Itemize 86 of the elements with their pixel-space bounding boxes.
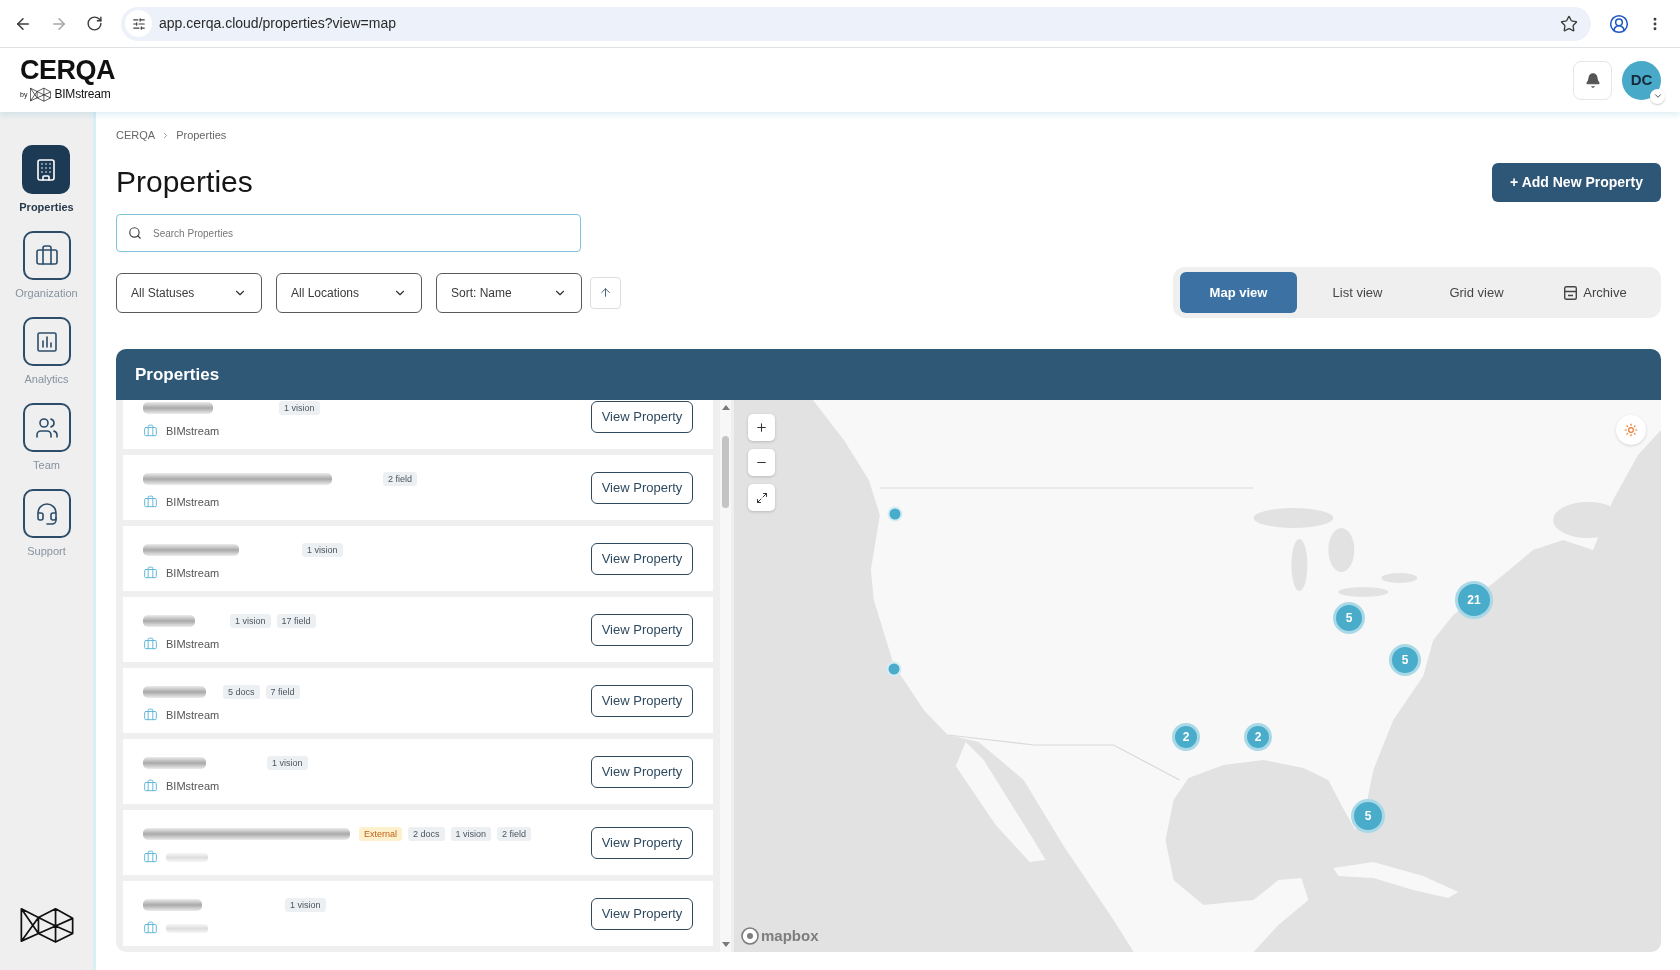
- breadcrumb-link[interactable]: CERQA: [116, 126, 156, 144]
- tag: 2 docs: [408, 827, 445, 841]
- briefcase-icon: [143, 566, 158, 580]
- view-property-button[interactable]: View Property: [591, 400, 693, 433]
- scrollbar-thumb[interactable]: [722, 436, 729, 508]
- notification-button[interactable]: [1573, 60, 1612, 100]
- caret-down-icon[interactable]: [721, 942, 730, 947]
- logo-wordmark: CERQA: [20, 57, 115, 83]
- organization-name: BIMstream: [166, 565, 220, 581]
- briefcase-icon: [22, 231, 71, 280]
- briefcase-icon: [143, 921, 158, 935]
- zoom-in-button[interactable]: [748, 414, 775, 441]
- mesh-logo-icon: [19, 906, 74, 944]
- tag: 5 docs: [223, 685, 260, 699]
- view-tab[interactable]: Grid view: [1418, 272, 1535, 313]
- view-property-button[interactable]: View Property: [591, 684, 693, 717]
- fullscreen-button[interactable]: [748, 484, 775, 511]
- filter-dropdown[interactable]: Sort: Name: [436, 272, 582, 313]
- nav-item[interactable]: Properties: [19, 145, 74, 214]
- blurred-text: [143, 615, 195, 627]
- tag: 2 field: [497, 827, 532, 841]
- user-avatar[interactable]: DC: [1622, 60, 1661, 100]
- tag: 1 vision: [450, 827, 492, 841]
- blurred-text: [143, 899, 202, 911]
- expand-icon: [755, 491, 768, 504]
- reload-icon[interactable]: [86, 15, 103, 32]
- blurred-text: [166, 852, 208, 862]
- briefcase-icon: [143, 424, 158, 438]
- view-tab[interactable]: Archive: [1537, 272, 1654, 313]
- logo-brand: BIMstream: [54, 86, 111, 103]
- plus-icon: [755, 421, 768, 434]
- organization-name: BIMstream: [166, 707, 220, 723]
- star-icon[interactable]: [1560, 14, 1578, 33]
- add-property-button[interactable]: + Add New Property: [1492, 162, 1661, 202]
- briefcase-icon: [143, 495, 158, 509]
- organization-name: BIMstream: [166, 494, 220, 510]
- briefcase-icon: [143, 779, 158, 793]
- scrollbar[interactable]: [720, 400, 731, 952]
- view-property-button[interactable]: View Property: [591, 897, 693, 930]
- breadcrumb-current: Properties: [176, 127, 227, 143]
- organization-name: BIMstream: [166, 423, 220, 439]
- view-tab[interactable]: List view: [1299, 272, 1416, 313]
- bar-chart-icon: [22, 317, 71, 366]
- search-field[interactable]: Search Properties: [116, 214, 581, 252]
- page-title: Properties: [116, 164, 253, 200]
- blurred-text: [143, 402, 213, 414]
- tag: 1 vision: [279, 401, 320, 415]
- filter-dropdown[interactable]: All Statuses: [116, 272, 262, 313]
- blurred-text: [166, 923, 208, 933]
- mapbox-logo-icon: [741, 927, 759, 945]
- headset-icon: [22, 489, 71, 538]
- organization-name: BIMstream: [166, 636, 220, 652]
- briefcase-icon: [143, 637, 158, 651]
- view-tab[interactable]: Map view: [1180, 272, 1297, 313]
- view-property-button[interactable]: View Property: [591, 755, 693, 788]
- tag: 1 vision: [302, 543, 343, 557]
- caret-up-icon[interactable]: [721, 405, 730, 410]
- filter-dropdown[interactable]: All Locations: [276, 272, 422, 313]
- view-property-button[interactable]: View Property: [591, 471, 693, 504]
- tag: External: [359, 827, 403, 841]
- sun-icon: [1624, 423, 1638, 437]
- view-property-button[interactable]: View Property: [591, 542, 693, 575]
- tag: 7 field: [265, 685, 300, 699]
- tag: 1 vision: [285, 898, 326, 912]
- building-icon: [22, 145, 71, 194]
- search-icon: [128, 226, 142, 240]
- profile-icon[interactable]: [1609, 13, 1629, 34]
- address-bar[interactable]: app.cerqa.cloud/properties?view=map: [121, 6, 1591, 41]
- tag: 1 vision: [267, 756, 308, 770]
- blurred-text: [143, 686, 206, 698]
- tag: 1 vision: [230, 614, 271, 628]
- briefcase-icon: [143, 850, 158, 864]
- tag: 2 field: [383, 472, 418, 486]
- organization-name: BIMstream: [166, 778, 220, 794]
- tag: 17 field: [276, 614, 316, 628]
- blurred-text: [143, 757, 206, 769]
- archive-icon: [1564, 285, 1578, 300]
- panel-title: Properties: [135, 363, 220, 386]
- arrow-up-icon: [599, 286, 612, 299]
- mesh-logo-icon: [30, 86, 52, 102]
- bell-icon: [1584, 71, 1601, 89]
- view-property-button[interactable]: View Property: [591, 613, 693, 646]
- people-icon: [22, 403, 71, 452]
- sliders-icon[interactable]: [125, 10, 152, 37]
- briefcase-icon: [143, 708, 158, 722]
- view-property-button[interactable]: View Property: [591, 826, 693, 859]
